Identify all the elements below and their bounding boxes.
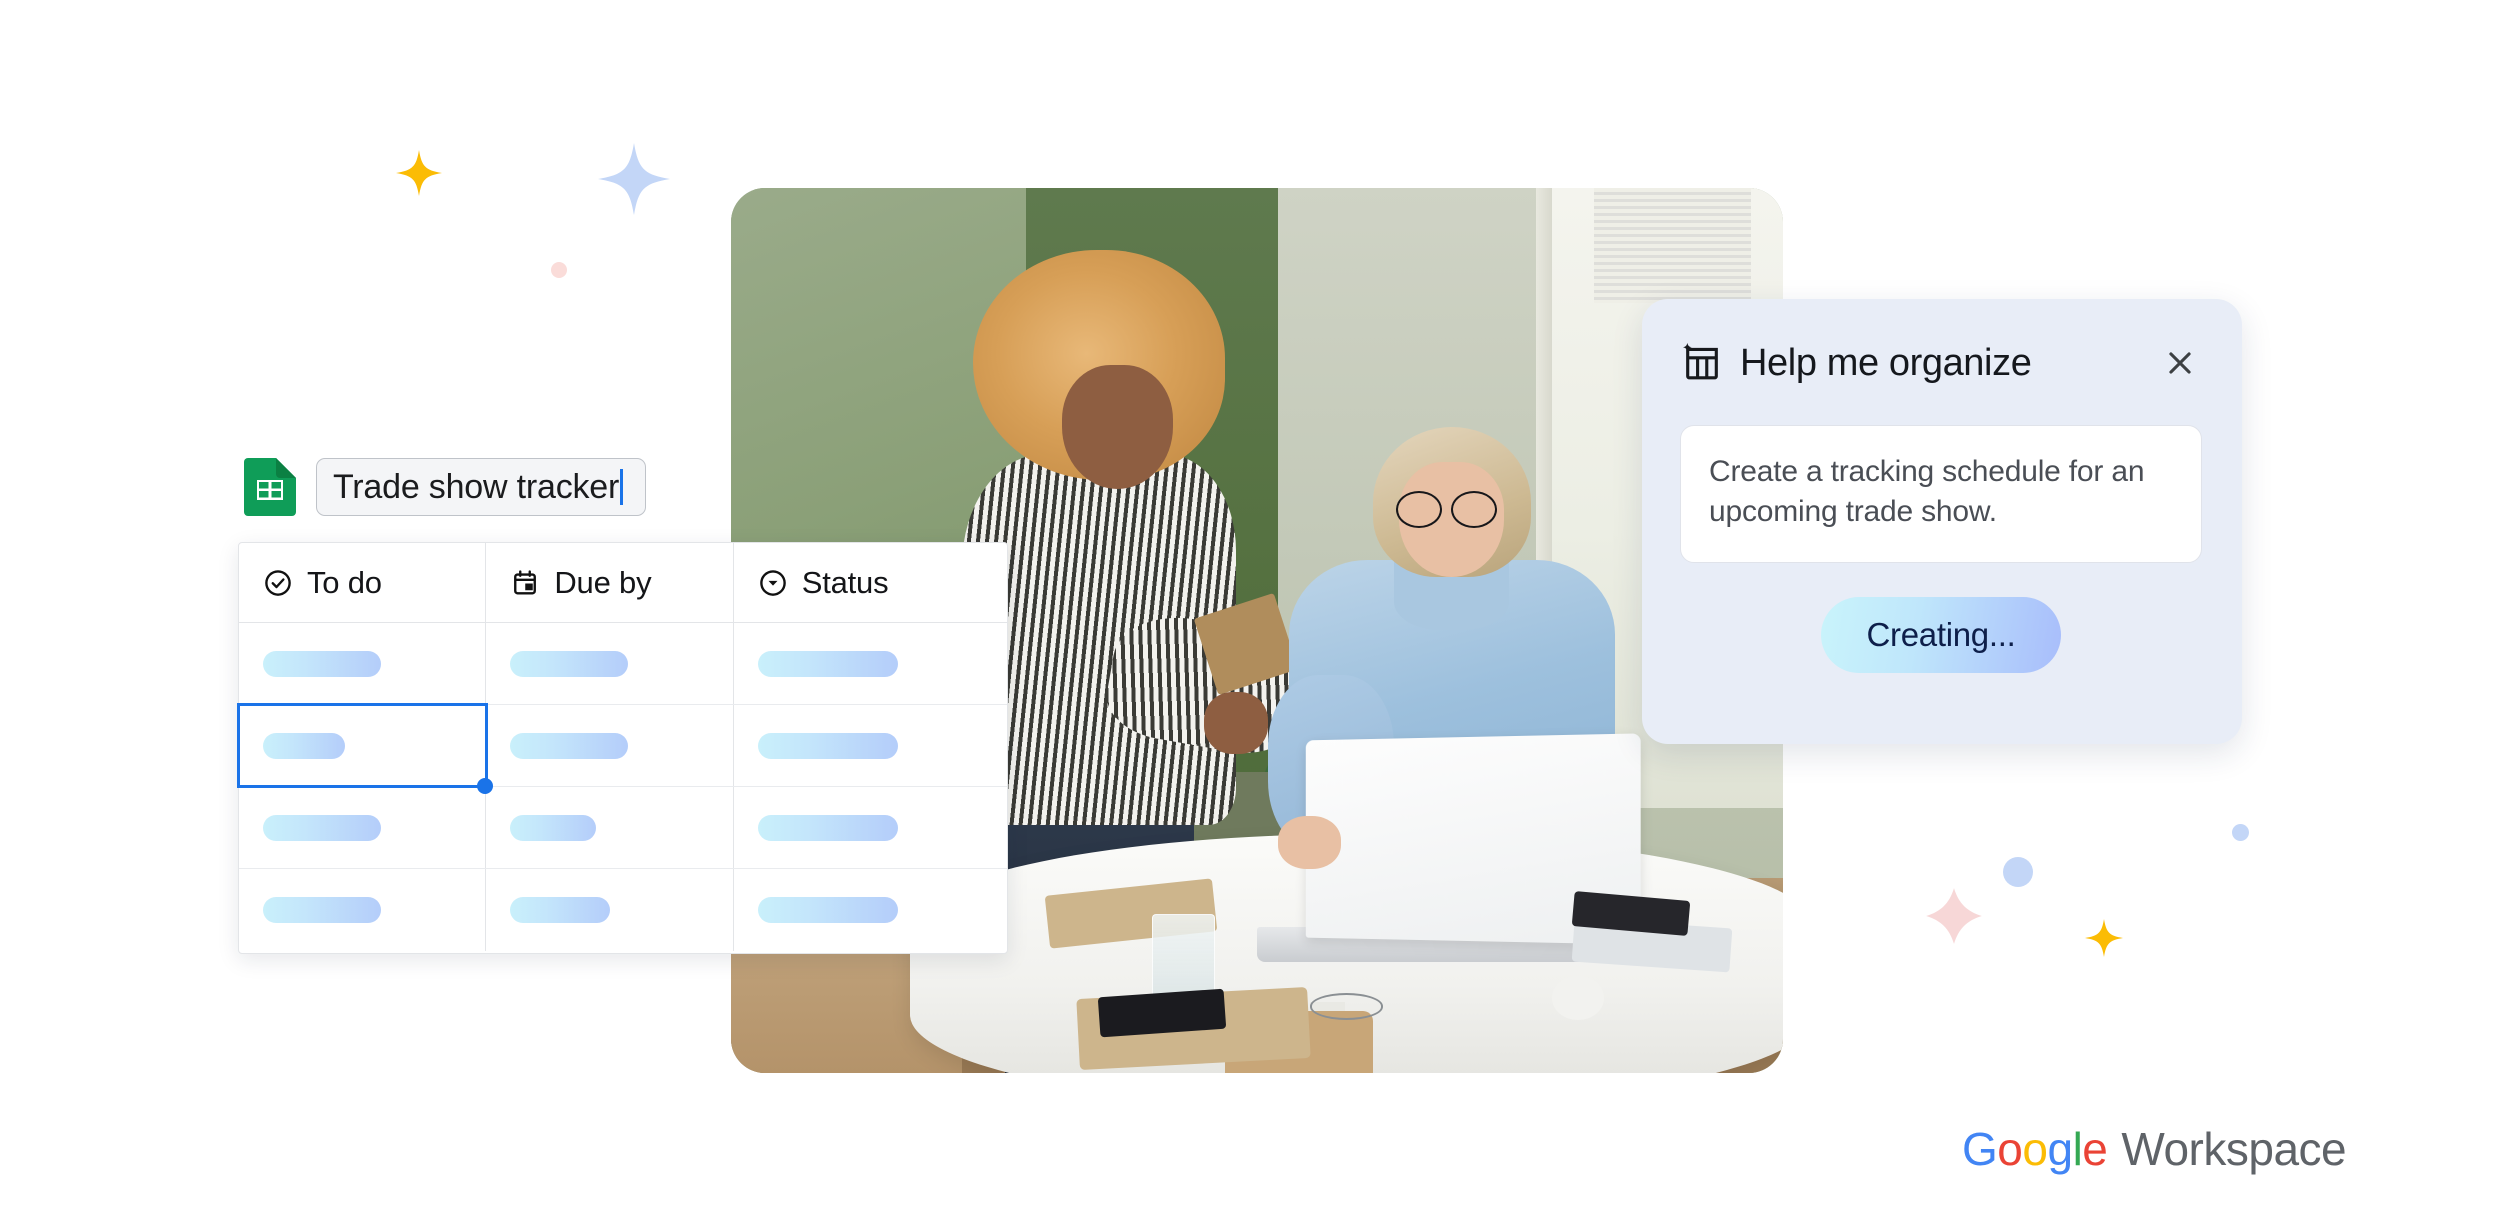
logo-letter-e: e (2082, 1123, 2108, 1175)
grid-cell-selected[interactable] (236, 703, 494, 794)
table-row (239, 787, 1007, 869)
check-circle-icon (265, 569, 291, 596)
logo-letter-g: G (1962, 1123, 1998, 1175)
dot-blue-far-right-icon (2232, 824, 2249, 841)
logo-letter-l: l (2072, 1123, 2083, 1175)
grid-cell[interactable] (734, 869, 1007, 951)
grid-cell[interactable] (486, 869, 734, 951)
dot-blue-right-icon (2003, 857, 2033, 887)
table-row (239, 869, 1007, 951)
spreadsheet-grid: To do Due by Status (236, 542, 1008, 954)
star-amber-top-left-icon (396, 150, 442, 196)
chevron-down-circle-icon (759, 569, 786, 596)
panel-title: Help me organize (1740, 341, 2032, 384)
diamond-pink-right-icon (1925, 885, 1983, 947)
column-header-to-do[interactable]: To do (239, 543, 487, 622)
grid-cell[interactable] (734, 623, 1007, 704)
text-cursor (620, 469, 624, 505)
grid-cell[interactable] (239, 787, 487, 868)
prompt-text: Create a tracking schedule for an upcomi… (1709, 455, 2145, 528)
close-icon (2169, 352, 2191, 374)
star-blue-top-left-icon (598, 140, 670, 218)
spreadsheet-title-input[interactable]: Trade show tracker (316, 458, 646, 516)
page-root: Trade show tracker To do Due by Status H… (0, 0, 2500, 1232)
table-row (239, 623, 1007, 705)
dot-pink-top-left-icon (551, 262, 567, 278)
table-header-row: To do Due by Status (239, 543, 1007, 623)
calendar-icon (514, 569, 537, 594)
logo-product-name: Workspace (2121, 1123, 2347, 1175)
column-header-status[interactable]: Status (734, 543, 1007, 622)
table-sparkle-icon (1682, 342, 1718, 380)
logo-letter-o1: o (1997, 1123, 2023, 1175)
grid-cell[interactable] (239, 623, 487, 704)
grid-cell[interactable] (486, 787, 734, 868)
grid-cell[interactable] (239, 869, 487, 951)
column-header-label: Due by (554, 564, 652, 600)
column-header-label: To do (307, 564, 382, 600)
column-header-label: Status (801, 564, 889, 600)
spreadsheet-title-value: Trade show tracker (333, 467, 620, 506)
create-button[interactable]: Creating... (1820, 597, 2062, 673)
panel-header: Help me organize (1680, 335, 2202, 391)
panel-actions: Creating... (1680, 597, 2202, 673)
spreadsheet-title-row: Trade show tracker (244, 458, 646, 516)
google-workspace-logo: G o o g l e Workspace (1962, 1122, 2347, 1176)
grid-cell[interactable] (734, 787, 1007, 868)
prompt-textbox[interactable]: Create a tracking schedule for an upcomi… (1680, 425, 2202, 563)
logo-letter-o2: o (2022, 1123, 2048, 1175)
close-button[interactable] (2158, 341, 2202, 385)
help-me-organize-panel: Help me organize Create a tracking sched… (1642, 299, 2242, 744)
grid-cell[interactable] (734, 705, 1007, 786)
logo-letter-g2: g (2047, 1123, 2073, 1175)
star-amber-right-icon (2085, 918, 2123, 958)
table-row (236, 703, 1007, 794)
grid-cell[interactable] (486, 705, 734, 786)
google-sheets-icon (244, 458, 296, 516)
grid-cell[interactable] (486, 623, 734, 704)
column-header-due-by[interactable]: Due by (486, 543, 734, 622)
